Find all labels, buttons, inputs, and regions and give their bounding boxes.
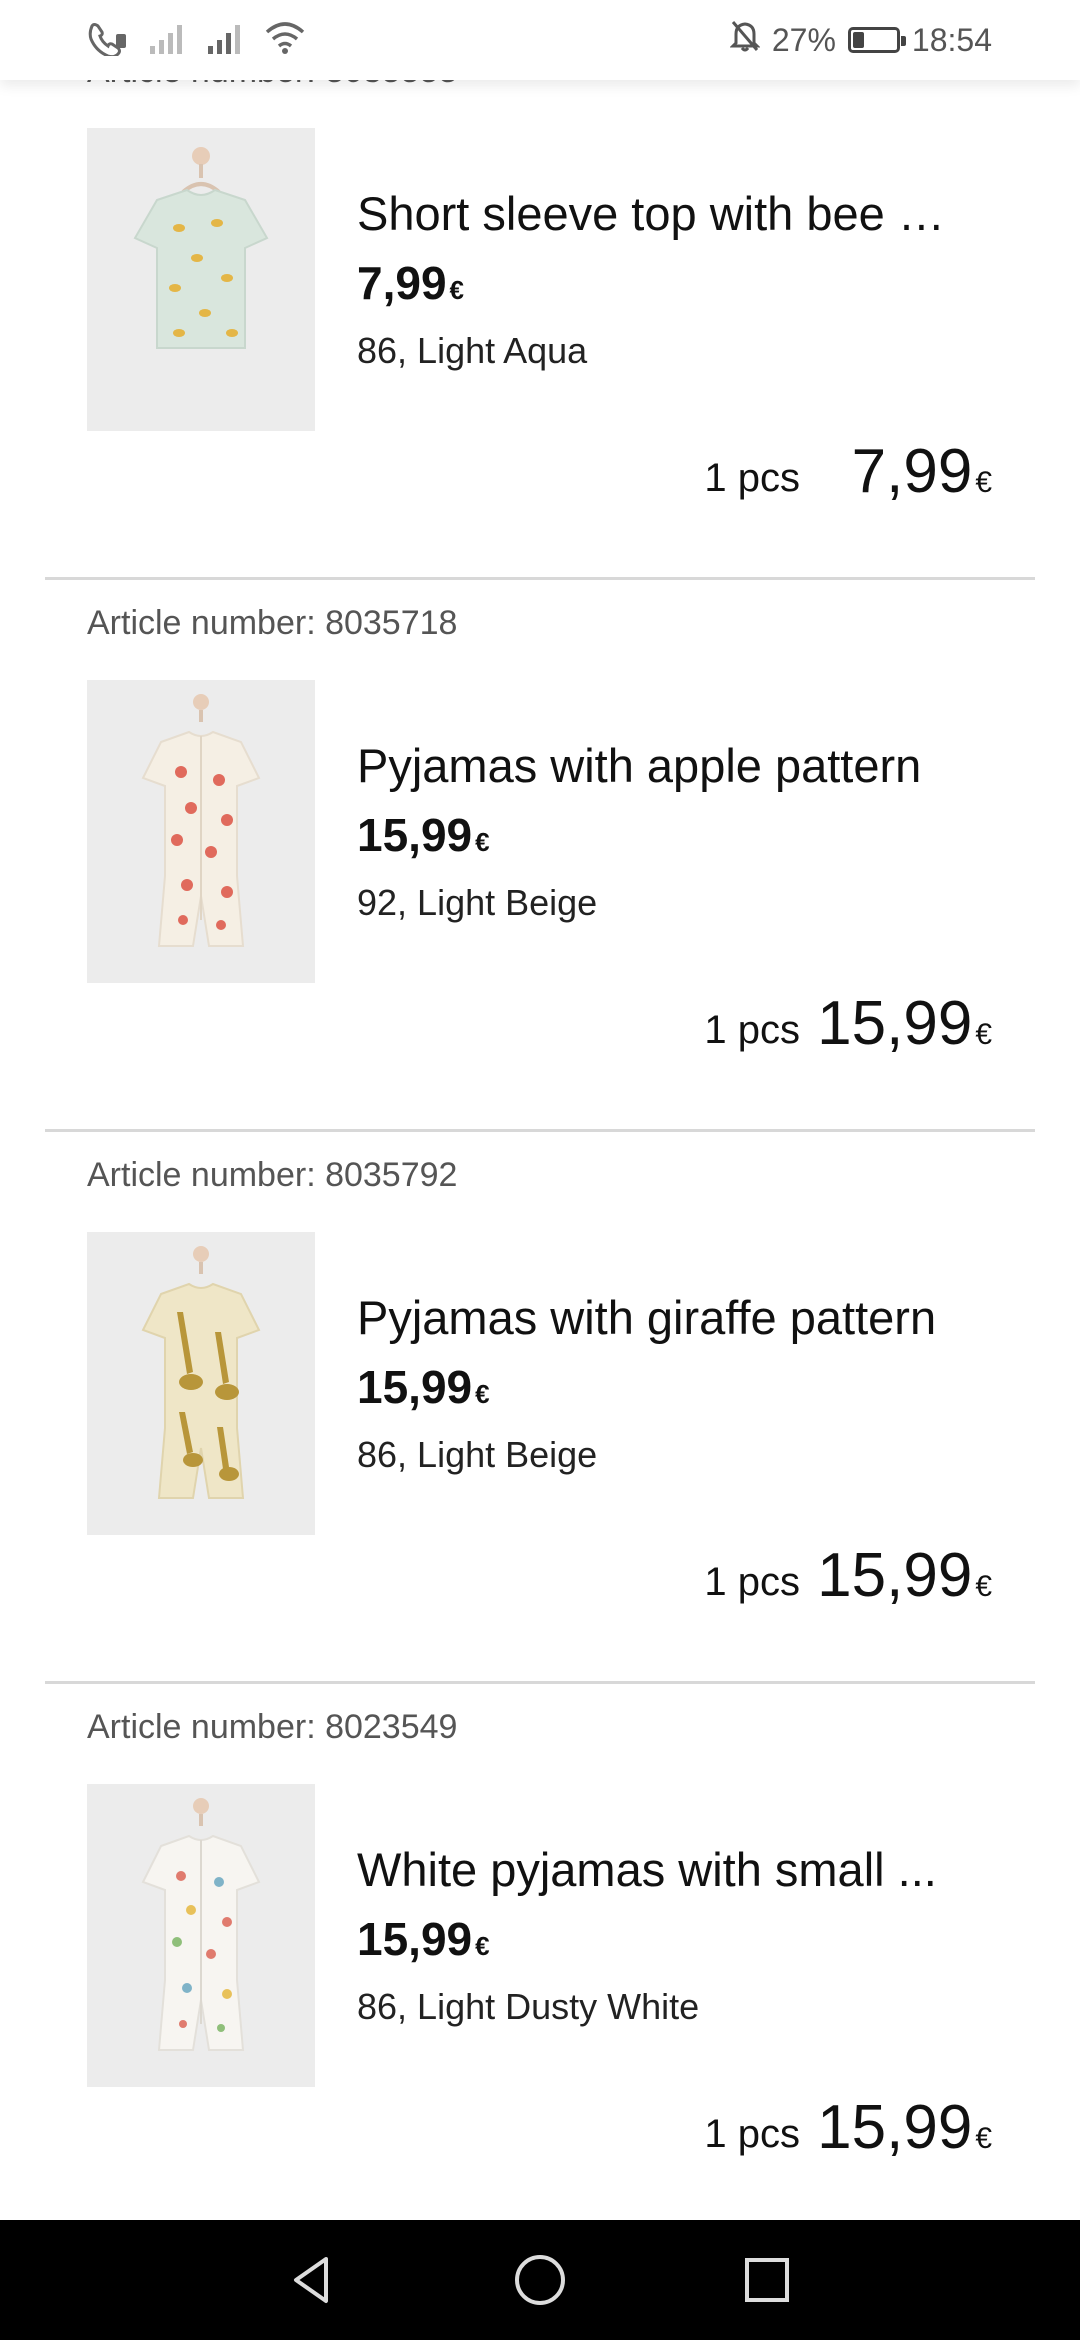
recents-button[interactable] — [727, 2240, 807, 2320]
white-pyjamas-image — [87, 1784, 315, 2087]
home-button[interactable] — [500, 2240, 580, 2320]
giraffe-pyjamas-image — [87, 1232, 315, 1535]
cart-item[interactable]: Article number: 8035558 Short sleeve top… — [0, 28, 1080, 580]
size-color-variant: 86, Light Dusty White — [357, 1986, 700, 2027]
line-total-value: 7,99 — [851, 437, 973, 506]
currency-symbol: € — [475, 827, 490, 857]
quantity[interactable]: 1 pcs — [704, 1560, 800, 1605]
product-title[interactable]: Short sleeve top with bee p... — [357, 186, 957, 241]
unit-price: 15,99 € — [357, 1360, 490, 1414]
unit-price-value: 15,99 — [357, 1361, 473, 1413]
currency-symbol: € — [449, 275, 464, 305]
status-left-icons — [86, 18, 306, 62]
product-thumbnail[interactable] — [87, 680, 315, 983]
unit-price: 7,99 € — [357, 256, 464, 310]
signal-icon — [206, 20, 246, 61]
battery-level-fill — [852, 32, 864, 48]
back-icon — [294, 2257, 329, 2303]
product-thumbnail[interactable] — [87, 1784, 315, 2087]
wifi-icon — [264, 20, 306, 61]
short-sleeve-top-image — [87, 128, 315, 431]
status-bar: 27% 18:54 — [0, 0, 1080, 80]
product-thumbnail[interactable] — [87, 1232, 315, 1535]
wifi-calling-icon — [86, 20, 130, 61]
mute-bell-icon — [729, 19, 761, 61]
status-right: 27% 18:54 — [729, 18, 992, 62]
product-title[interactable]: Pyjamas with giraffe pattern — [357, 1290, 957, 1345]
recents-icon — [744, 2258, 789, 2302]
battery-icon — [847, 27, 906, 53]
quantity[interactable]: 1 pcs — [704, 456, 800, 501]
unit-price: 15,99 € — [357, 808, 490, 862]
article-number: Article number: 8023549 — [87, 1708, 458, 1746]
line-total-value: 15,99 — [817, 989, 973, 1058]
unit-price-value: 7,99 — [357, 257, 447, 309]
home-icon — [514, 2255, 565, 2305]
size-color-variant: 92, Light Beige — [357, 882, 598, 923]
currency-symbol: € — [475, 1379, 490, 1409]
cart-item[interactable]: Article number: 8023549 White pyjamas wi… — [0, 1684, 1080, 2220]
apple-pyjamas-image — [87, 680, 315, 983]
unit-price: 15,99 € — [357, 1912, 490, 1966]
product-title[interactable]: Pyjamas with apple pattern — [357, 738, 957, 793]
size-color-variant: 86, Light Aqua — [357, 330, 588, 371]
unit-price-value: 15,99 — [357, 809, 473, 861]
line-total: 7,99 € — [852, 436, 992, 507]
unit-price-value: 15,99 — [357, 1913, 473, 1965]
product-thumbnail[interactable] — [87, 128, 315, 431]
currency-symbol: € — [975, 1570, 992, 1603]
currency-symbol: € — [975, 2122, 992, 2155]
cart-item[interactable]: Article number: 8035718 Pyjamas with app… — [0, 580, 1080, 1132]
currency-symbol: € — [475, 1931, 490, 1961]
cart-item[interactable]: Article number: 8035792 Pyjamas with gir… — [0, 1132, 1080, 1684]
battery-percent: 27% — [771, 21, 836, 58]
line-total-value: 15,99 — [817, 1541, 973, 1610]
line-total-value: 15,99 — [817, 2093, 973, 2162]
product-title[interactable]: White pyjamas with small ... — [357, 1842, 957, 1897]
line-total: 15,99 € — [817, 1540, 992, 1611]
line-total: 15,99 € — [817, 988, 992, 1059]
quantity[interactable]: 1 pcs — [704, 2112, 800, 2157]
signal-icon — [148, 20, 188, 61]
currency-symbol: € — [975, 466, 992, 499]
size-color-variant: 86, Light Beige — [357, 1434, 598, 1475]
back-button[interactable] — [273, 2240, 353, 2320]
article-number: Article number: 8035718 — [87, 604, 458, 642]
quantity[interactable]: 1 pcs — [704, 1008, 800, 1053]
currency-symbol: € — [975, 1018, 992, 1051]
cart-list[interactable]: Article number: 8035558 Short sleeve top… — [0, 0, 1080, 2220]
system-nav-bar — [0, 2220, 1080, 2340]
line-total: 15,99 € — [817, 2092, 992, 2163]
clock-time: 18:54 — [911, 21, 992, 58]
article-number: Article number: 8035792 — [87, 1156, 458, 1194]
